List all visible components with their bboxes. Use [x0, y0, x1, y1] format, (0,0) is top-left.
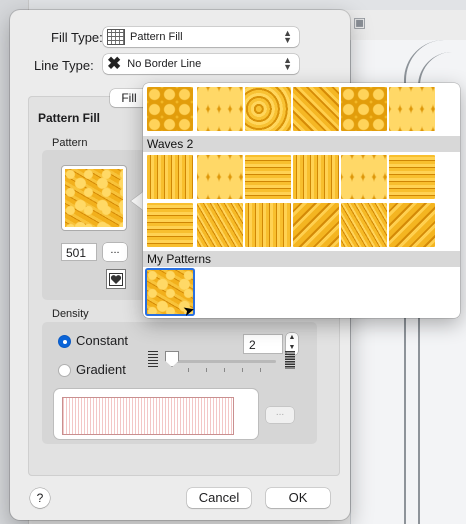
- pattern-preview-swatch[interactable]: [62, 166, 126, 230]
- slider-tick: [188, 368, 189, 372]
- density-group-label: Density: [52, 308, 89, 320]
- pattern-tile[interactable]: [245, 203, 291, 247]
- pattern-tile[interactable]: [197, 87, 243, 131]
- pattern-tile[interactable]: [197, 155, 243, 199]
- help-button[interactable]: ?: [30, 488, 50, 508]
- pattern-tile[interactable]: [389, 87, 435, 131]
- line-type-value: No Border Line: [127, 58, 202, 70]
- slider-tick: [224, 368, 225, 372]
- density-constant-radio[interactable]: [58, 335, 71, 348]
- pattern-tile[interactable]: [245, 155, 291, 199]
- image-tool-icon[interactable]: ▣: [353, 14, 371, 30]
- fill-type-value: Pattern Fill: [130, 31, 183, 43]
- stepper-down-icon[interactable]: ▼: [289, 344, 296, 351]
- pattern-library-popover: Waves 2 My Patterns: [143, 83, 460, 318]
- density-gradient-label: Gradient: [76, 362, 126, 377]
- no-border-icon: ✖: [107, 54, 122, 73]
- line-type-popup[interactable]: ✖ No Border Line ▲ ▼: [103, 54, 299, 74]
- popover-arrow: [131, 192, 143, 210]
- pattern-tile[interactable]: [197, 203, 243, 247]
- pattern-tile[interactable]: [341, 155, 387, 199]
- fill-type-label: Fill Type:: [51, 30, 103, 45]
- pattern-browse-button[interactable]: ...: [103, 243, 127, 261]
- chevron-updown-icon: ▲ ▼: [283, 28, 292, 45]
- sparse-density-icon: [148, 351, 158, 369]
- pattern-tile[interactable]: [341, 87, 387, 131]
- section-title: Pattern Fill: [38, 111, 101, 125]
- pattern-tile[interactable]: [389, 155, 435, 199]
- pattern-number-field[interactable]: 501: [61, 243, 97, 261]
- slider-tick: [206, 368, 207, 372]
- density-constant-label: Constant: [76, 333, 129, 348]
- favorite-button[interactable]: [106, 269, 126, 289]
- density-gradient-radio[interactable]: [58, 364, 71, 377]
- pattern-tile[interactable]: [389, 203, 435, 247]
- stepper-up-icon[interactable]: ▲: [289, 334, 296, 341]
- chevron-updown-icon: ▲ ▼: [283, 55, 292, 72]
- pattern-tile[interactable]: [147, 203, 193, 247]
- slider-tick: [242, 368, 243, 372]
- density-value-field[interactable]: 2: [243, 334, 283, 354]
- dense-density-icon: [285, 351, 295, 369]
- heart-icon: [109, 272, 123, 286]
- cancel-button[interactable]: Cancel: [187, 488, 251, 508]
- pattern-group-label: Pattern: [52, 137, 88, 149]
- pattern-tile[interactable]: [293, 155, 339, 199]
- line-type-label: Line Type:: [34, 58, 94, 73]
- section-header-my-patterns: My Patterns: [143, 251, 460, 267]
- pattern-tile[interactable]: [293, 203, 339, 247]
- density-stripes-preview: [62, 397, 234, 435]
- pattern-tile[interactable]: [147, 155, 193, 199]
- pattern-tile[interactable]: [293, 87, 339, 131]
- background-toolbar: [28, 0, 466, 10]
- pattern-tile[interactable]: [245, 87, 291, 131]
- ok-button[interactable]: OK: [266, 488, 330, 508]
- pattern-tile[interactable]: [147, 87, 193, 131]
- slider-tick: [260, 368, 261, 372]
- density-browse-button[interactable]: ...: [266, 407, 294, 423]
- fill-type-popup[interactable]: Pattern Fill ▲ ▼: [103, 27, 299, 47]
- pattern-tile[interactable]: [341, 203, 387, 247]
- pattern-fill-icon: [107, 29, 125, 45]
- section-header-waves-2: Waves 2: [143, 136, 460, 152]
- density-slider-track[interactable]: [170, 360, 276, 363]
